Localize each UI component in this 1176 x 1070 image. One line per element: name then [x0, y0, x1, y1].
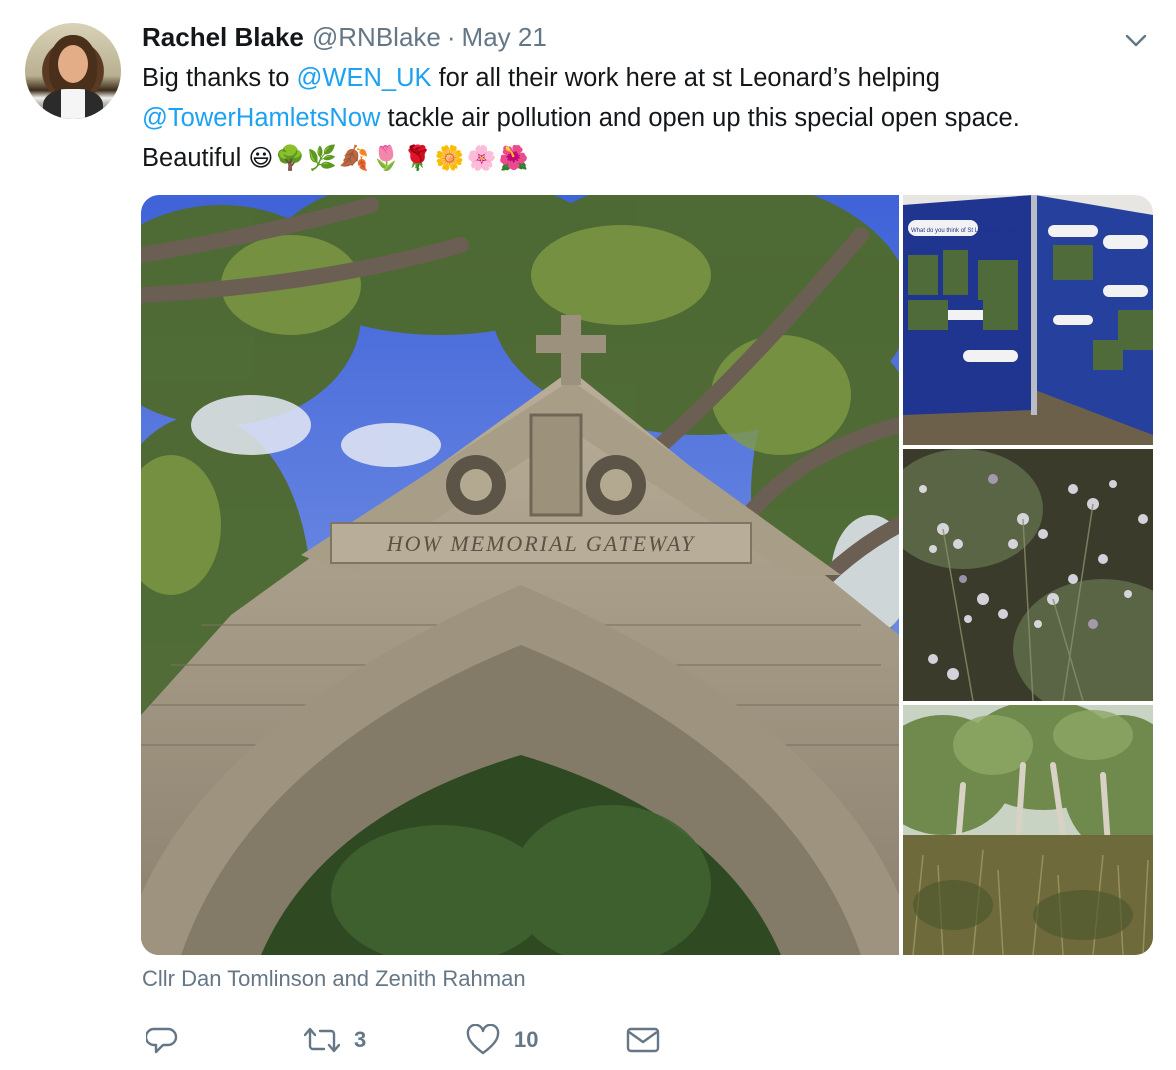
photo-meadow-trees[interactable]	[903, 705, 1153, 955]
avatar-face	[58, 45, 88, 83]
retweet-button[interactable]: 3	[304, 1020, 366, 1060]
like-button[interactable]: 10	[466, 1020, 538, 1060]
text-segment: Beautiful	[142, 144, 249, 172]
tweet-header: Rachel Blake @RNBlake · May 21	[142, 22, 547, 52]
envelope-icon	[626, 1027, 660, 1053]
tweet-text: Big thanks to @WEN_UK for all their work…	[142, 58, 1152, 178]
gateway-image: HOW MEMORIAL GATEWAY	[141, 195, 899, 955]
avatar-collar	[43, 89, 103, 119]
media-grid: HOW MEMORIAL GATEWAY What do you think o…	[141, 195, 1153, 955]
chevron-down-icon[interactable]	[1124, 32, 1148, 50]
media-caption[interactable]: Cllr Dan Tomlinson and Zenith Rahman	[142, 966, 526, 992]
gateway-inscription: HOW MEMORIAL GATEWAY	[386, 531, 696, 556]
avatar[interactable]	[25, 23, 121, 119]
reply-button[interactable]	[146, 1020, 192, 1060]
tweet-date[interactable]: May 21	[462, 22, 547, 53]
wildflowers-image	[903, 449, 1153, 701]
reply-icon	[146, 1027, 178, 1054]
photo-wildflowers[interactable]	[903, 449, 1153, 701]
text-segment: tackle air pollution and open up this sp…	[380, 104, 1020, 132]
text-segment: for all their work here at st Leonard’s …	[431, 64, 940, 92]
photo-display-board[interactable]: What do you think of St Leonards Priory	[903, 195, 1153, 445]
heart-icon	[466, 1024, 500, 1055]
tweet-text-line-3: Beautiful 😃🌳🌿🍂🌷🌹🌼🌸🌺	[142, 138, 1152, 178]
author-name[interactable]: Rachel Blake	[142, 22, 304, 53]
photo-gateway[interactable]: HOW MEMORIAL GATEWAY	[141, 195, 899, 955]
header-separator: ·	[446, 22, 456, 52]
retweet-count: 3	[354, 1027, 367, 1052]
meadow-image	[903, 705, 1153, 955]
like-count: 10	[514, 1027, 539, 1052]
tweet-text-line-1: Big thanks to @WEN_UK for all their work…	[142, 58, 1152, 98]
retweet-icon	[304, 1027, 340, 1053]
tweet[interactable]: Rachel Blake @RNBlake · May 21 Big thank…	[0, 0, 1176, 1070]
mention-link-towerhamletsnow[interactable]: @TowerHamletsNow	[142, 104, 380, 132]
direct-message-button[interactable]	[626, 1020, 660, 1060]
text-segment: Big thanks to	[142, 64, 297, 92]
display-board-image: What do you think of St Leonards Priory	[903, 195, 1153, 445]
board-heading: What do you think of St Leonards Priory	[911, 228, 1017, 234]
tweet-actions: 3 10	[142, 1020, 702, 1060]
author-handle[interactable]: @RNBlake	[312, 22, 441, 53]
emoji-sequence: 😃🌳🌿🍂🌷🌹🌼🌸🌺	[248, 144, 531, 172]
tweet-text-line-2: @TowerHamletsNow tackle air pollution an…	[142, 98, 1152, 138]
mention-link-wen-uk[interactable]: @WEN_UK	[297, 64, 432, 92]
